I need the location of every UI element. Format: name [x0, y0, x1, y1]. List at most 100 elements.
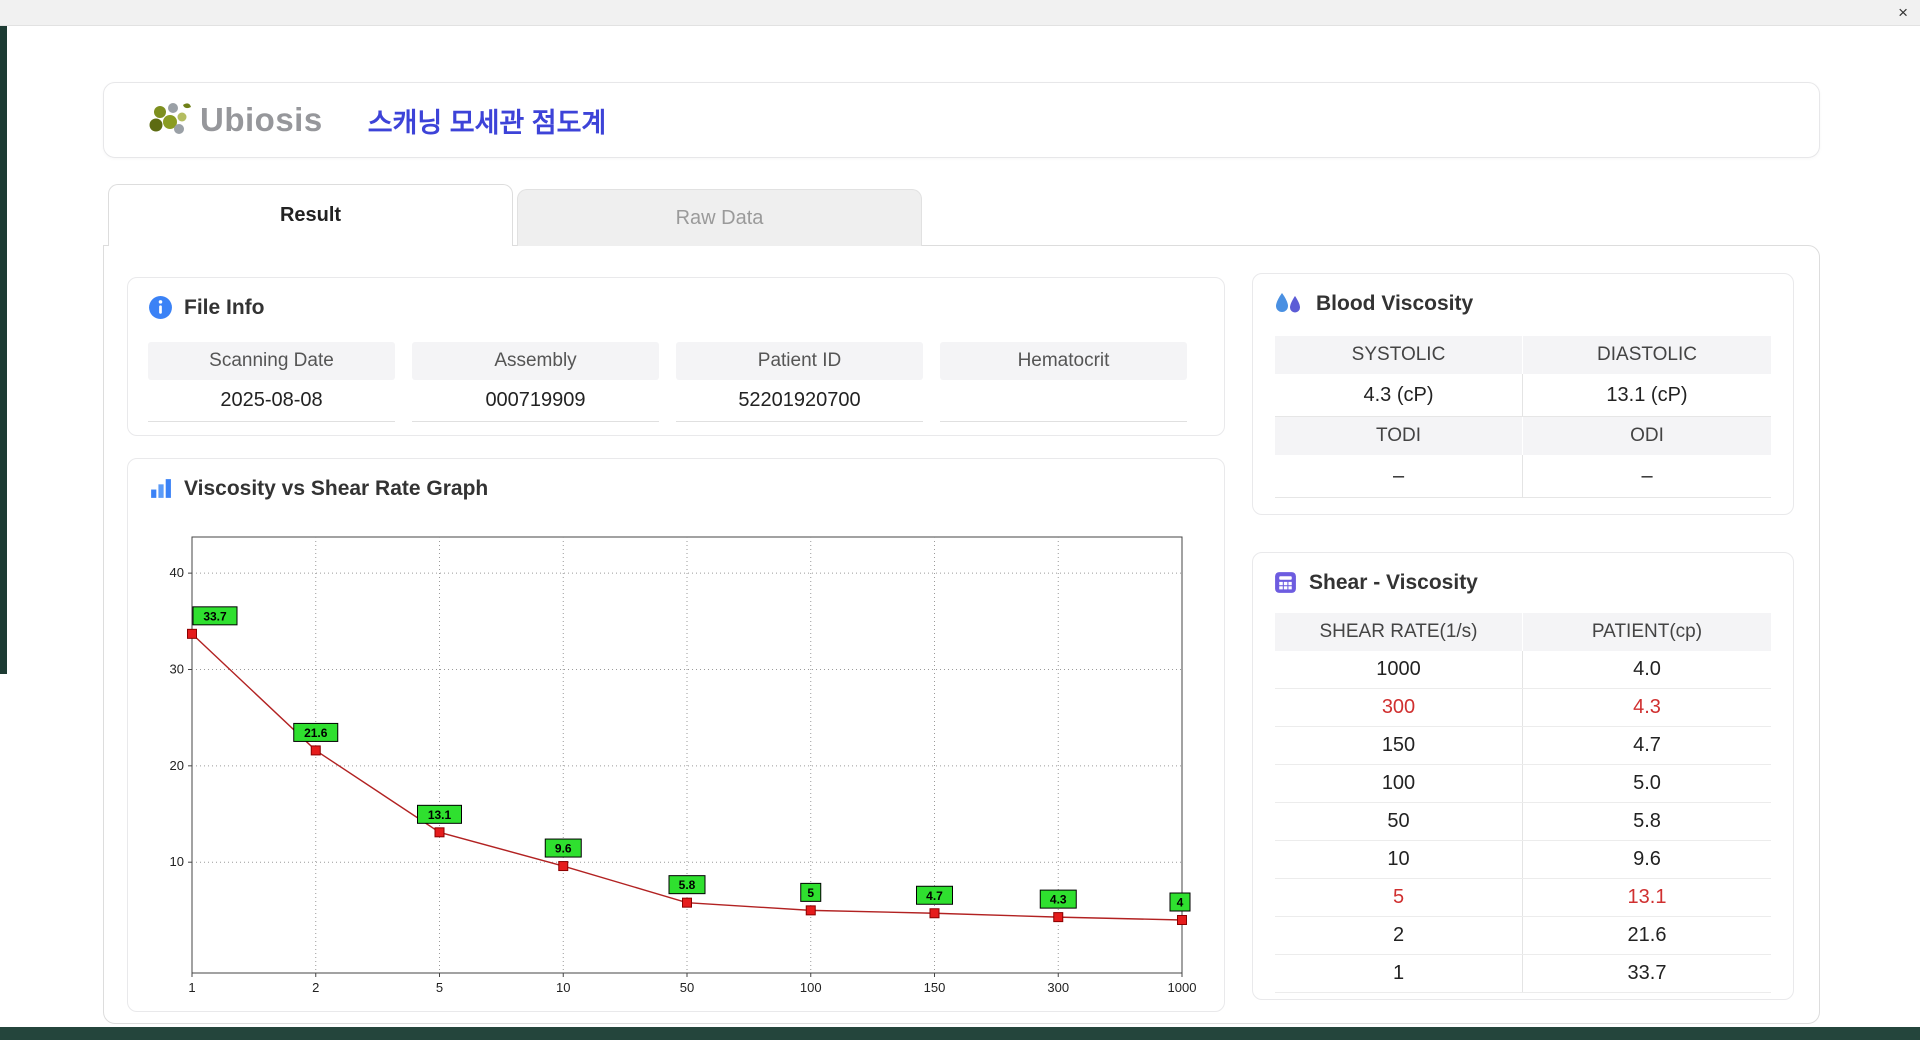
shear-rate-value: 150 — [1275, 727, 1523, 764]
patient-viscosity-value: 5.8 — [1633, 810, 1661, 832]
table-row: 150 4.7 — [1275, 727, 1771, 765]
svg-text:13.1: 13.1 — [428, 808, 452, 822]
shear-rate-column-header: SHEAR RATE(1/s) — [1275, 613, 1523, 651]
diastolic-header: DIASTOLIC — [1523, 336, 1771, 374]
shear-viscosity-card: Shear - Viscosity SHEAR RATE(1/s) PATIEN… — [1252, 552, 1794, 1000]
window-titlebar: × — [0, 0, 1920, 26]
table-row: 1000 4.0 — [1275, 651, 1771, 689]
logo-grape-icon — [149, 103, 191, 134]
blood-viscosity-title: Blood Viscosity — [1316, 292, 1474, 315]
systolic-header: SYSTOLIC — [1275, 336, 1523, 374]
tab-result[interactable]: Result — [108, 184, 513, 246]
svg-text:9.6: 9.6 — [555, 842, 572, 856]
patient-column-header: PATIENT(cp) — [1523, 613, 1771, 651]
svg-text:5: 5 — [807, 886, 814, 900]
systolic-value: 4.3 (cP) — [1275, 374, 1523, 417]
table-icon — [1275, 572, 1296, 593]
patient-viscosity-value: 4.7 — [1633, 734, 1661, 756]
shear-rate-value: 2 — [1275, 917, 1523, 954]
patient-viscosity-value: 5.0 — [1633, 772, 1661, 794]
patient-viscosity-value: 9.6 — [1633, 848, 1661, 870]
field-label: Scanning Date — [148, 342, 395, 380]
field-value — [940, 380, 1187, 422]
tab-bar: Result Raw Data — [108, 184, 922, 246]
svg-text:2: 2 — [312, 980, 319, 995]
field-label: Assembly — [412, 342, 659, 380]
table-row: 10 9.6 — [1275, 841, 1771, 879]
field-label: Hematocrit — [940, 342, 1187, 380]
svg-text:4.3: 4.3 — [1050, 893, 1067, 907]
blood-viscosity-card: Blood Viscosity SYSTOLIC DIASTOLIC 4.3 (… — [1252, 273, 1794, 515]
field-value: 000719909 — [412, 380, 659, 422]
app-header: Ubiosis 스캐닝 모세관 점도계 — [103, 82, 1820, 158]
graph-card: Viscosity vs Shear Rate Graph 10 20 30 40 1 2… — [127, 458, 1225, 1012]
graph-title: Viscosity vs Shear Rate Graph — [184, 476, 489, 500]
file-info-fields: Scanning Date 2025-08-08 Assembly 000719909… — [148, 342, 1187, 422]
svg-text:30: 30 — [170, 661, 184, 676]
svg-text:10: 10 — [556, 980, 570, 995]
app-logo: Ubiosis — [146, 99, 323, 141]
svg-text:5.8: 5.8 — [679, 878, 696, 892]
window-bottom-edge — [0, 1027, 1920, 1040]
file-info-field: Assembly 000719909 — [412, 342, 659, 422]
field-label: Patient ID — [676, 342, 923, 380]
odi-header: ODI — [1523, 417, 1771, 455]
svg-text:21.6: 21.6 — [304, 726, 328, 740]
window-left-edge — [0, 26, 7, 674]
file-info-title: File Info — [184, 295, 265, 319]
patient-viscosity-value: 13.1 — [1627, 886, 1667, 908]
table-row: 5 13.1 — [1275, 879, 1771, 917]
todi-value: – — [1275, 455, 1523, 498]
shear-rate-value: 100 — [1275, 765, 1523, 802]
svg-text:4: 4 — [1177, 896, 1184, 910]
file-info-field: Hematocrit — [940, 342, 1187, 422]
patient-viscosity-value: 4.3 — [1633, 696, 1661, 718]
file-info-field: Patient ID 52201920700 — [676, 342, 923, 422]
svg-text:20: 20 — [170, 758, 184, 773]
svg-text:300: 300 — [1047, 980, 1069, 995]
svg-text:10: 10 — [170, 854, 184, 869]
close-icon[interactable]: × — [1898, 3, 1908, 23]
shear-rate-value: 50 — [1275, 803, 1523, 840]
odi-value: – — [1523, 455, 1771, 498]
patient-viscosity-value: 33.7 — [1627, 962, 1667, 984]
table-row: 50 5.8 — [1275, 803, 1771, 841]
tab-raw-data[interactable]: Raw Data — [517, 189, 922, 246]
svg-text:50: 50 — [680, 980, 694, 995]
table-row: 1 33.7 — [1275, 955, 1771, 993]
table-row: 100 5.0 — [1275, 765, 1771, 803]
svg-text:4.7: 4.7 — [926, 889, 943, 903]
viscosity-shear-chart: 10 20 30 40 1 2 5 10 50 100 150 300 1000 33.7 21.6 13.1… — [170, 536, 1197, 995]
table-row: 300 4.3 — [1275, 689, 1771, 727]
result-panel: File Info Scanning Date 2025-08-08 Assembl… — [103, 245, 1820, 1024]
shear-viscosity-rows: 1000 4.0 300 4.3 150 4.7 100 5.0 50 5.8 10 9.6 5 13.1… — [1275, 651, 1771, 993]
table-row: 2 21.6 — [1275, 917, 1771, 955]
blood-viscosity-table: SYSTOLIC DIASTOLIC 4.3 (cP) 13.1 (cP) TO… — [1275, 336, 1771, 498]
svg-text:100: 100 — [800, 980, 822, 995]
bar-chart-icon — [151, 479, 171, 498]
shear-rate-value: 10 — [1275, 841, 1523, 878]
svg-text:1: 1 — [188, 980, 195, 995]
todi-header: TODI — [1275, 417, 1523, 455]
logo-text: Ubiosis — [200, 101, 323, 138]
field-value: 52201920700 — [676, 380, 923, 422]
shear-rate-value: 5 — [1275, 879, 1523, 916]
shear-viscosity-title: Shear - Viscosity — [1309, 570, 1478, 594]
shear-viscosity-table: SHEAR RATE(1/s) PATIENT(cp) 1000 4.0 300 4.… — [1275, 613, 1771, 993]
info-icon — [149, 296, 172, 319]
svg-text:5: 5 — [436, 980, 443, 995]
shear-rate-value: 300 — [1275, 689, 1523, 726]
svg-text:1000: 1000 — [1168, 980, 1197, 995]
shear-rate-value: 1000 — [1275, 651, 1523, 688]
patient-viscosity-value: 4.0 — [1633, 658, 1661, 680]
patient-viscosity-value: 21.6 — [1627, 924, 1667, 946]
svg-text:33.7: 33.7 — [203, 609, 227, 623]
droplets-icon — [1276, 293, 1300, 313]
file-info-field: Scanning Date 2025-08-08 — [148, 342, 395, 422]
svg-text:150: 150 — [924, 980, 946, 995]
shear-rate-value: 1 — [1275, 955, 1523, 992]
field-value: 2025-08-08 — [148, 380, 395, 422]
page-title: 스캐닝 모세관 점도계 — [367, 107, 607, 138]
file-info-card: File Info Scanning Date 2025-08-08 Assembl… — [127, 277, 1225, 436]
svg-text:40: 40 — [170, 565, 184, 580]
